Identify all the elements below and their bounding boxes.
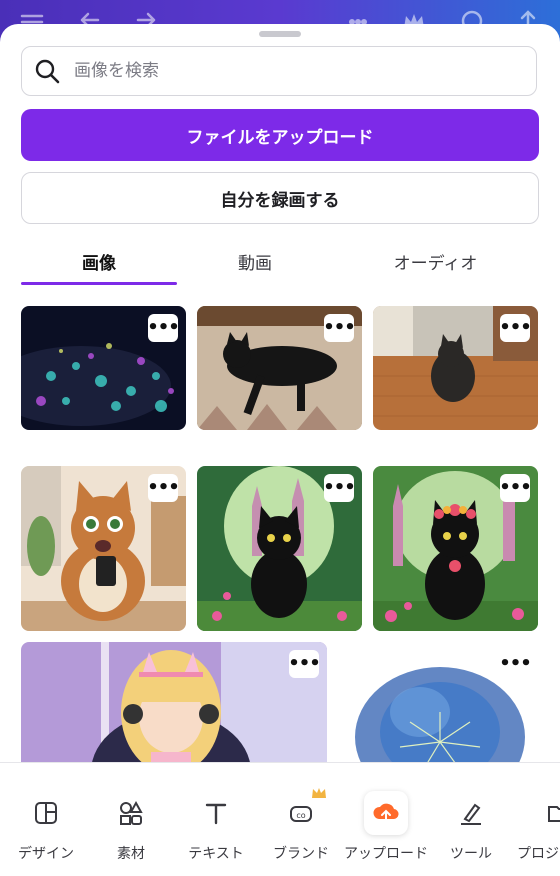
- nav-item-uploads[interactable]: アップロード: [343, 781, 429, 862]
- nav-label: アップロード: [344, 846, 428, 862]
- more-options-button[interactable]: •••: [147, 314, 180, 342]
- upload-files-button[interactable]: ファイルをアップロード: [21, 109, 539, 161]
- tab-images[interactable]: 画像: [21, 236, 177, 286]
- record-yourself-button[interactable]: 自分を録画する: [21, 172, 539, 224]
- design-icon: [24, 791, 68, 835]
- nav-label: 素材: [117, 846, 145, 862]
- nav-label: ブランド: [273, 846, 329, 862]
- more-options-button[interactable]: •••: [323, 314, 356, 342]
- projects-icon: [537, 791, 560, 835]
- nav-item-brand[interactable]: co ブランド: [258, 781, 344, 862]
- brand-icon: co: [279, 788, 326, 835]
- tools-icon: [449, 791, 493, 835]
- drag-handle[interactable]: [259, 31, 301, 37]
- more-options-button[interactable]: •••: [499, 650, 532, 678]
- tab-audio[interactable]: オーディオ: [333, 236, 538, 286]
- elements-icon: [109, 791, 153, 835]
- media-item-tabby-cat[interactable]: •••: [21, 466, 186, 631]
- more-options-button[interactable]: •••: [499, 474, 532, 502]
- more-options-button[interactable]: •••: [288, 650, 321, 678]
- uploaded-media-grid: ••• ••• ••• ••• ••• ••• ••• •••: [0, 306, 560, 806]
- media-item-black-cat-floor[interactable]: •••: [373, 306, 538, 430]
- search-icon: [35, 59, 60, 84]
- media-item-jellyfish[interactable]: •••: [21, 306, 186, 430]
- more-options-button[interactable]: •••: [323, 474, 356, 502]
- nav-label: テキスト: [188, 846, 244, 862]
- svg-text:co: co: [296, 811, 305, 820]
- nav-item-elements[interactable]: 素材: [88, 781, 174, 862]
- nav-item-design[interactable]: デザイン: [3, 781, 89, 862]
- text-icon: [194, 791, 238, 835]
- more-options-button[interactable]: •••: [147, 474, 180, 502]
- nav-label: デザイン: [18, 846, 74, 862]
- tab-videos[interactable]: 動画: [177, 236, 333, 286]
- nav-item-projects[interactable]: プロジェ: [513, 781, 560, 861]
- media-type-tabs: 画像 動画 オーディオ: [0, 236, 560, 286]
- media-item-cat-flower-crown[interactable]: •••: [373, 466, 538, 631]
- bottom-navigation: デザイン 素材 テキスト co ブランド アップロード ツール プロジ: [0, 762, 560, 876]
- search-box[interactable]: [21, 46, 537, 96]
- nav-item-tools[interactable]: ツール: [428, 781, 514, 862]
- media-item-black-cat-castle[interactable]: •••: [197, 466, 362, 631]
- nav-label: プロジェ: [517, 846, 560, 861]
- media-item-black-cat-blanket[interactable]: •••: [197, 306, 362, 430]
- upload-panel: ファイルをアップロード 自分を録画する 画像 動画 オーディオ •••: [0, 24, 560, 875]
- active-tab-indicator: [21, 282, 177, 285]
- upload-icon: [364, 791, 408, 835]
- more-options-button[interactable]: •••: [499, 314, 532, 342]
- crown-icon: [312, 788, 326, 798]
- nav-label: ツール: [450, 846, 492, 862]
- search-input[interactable]: [72, 60, 536, 82]
- nav-item-text[interactable]: テキスト: [173, 781, 259, 862]
